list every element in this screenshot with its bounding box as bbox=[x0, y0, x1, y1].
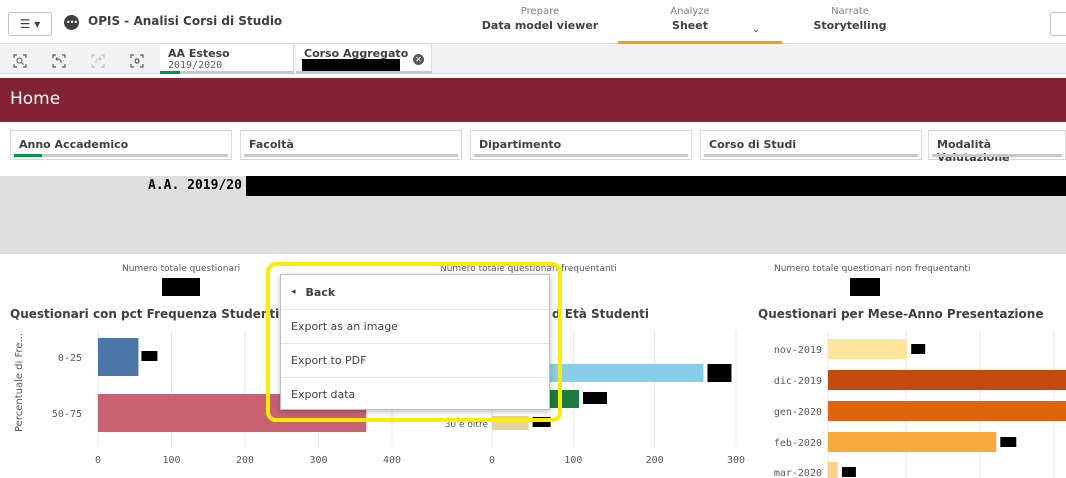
filter-track bbox=[704, 154, 918, 157]
filter-corso-di-studi[interactable]: Corso di Studi bbox=[700, 130, 922, 160]
x-tick-label: 400 bbox=[383, 455, 401, 466]
x-tick-label: 200 bbox=[646, 455, 664, 466]
bar bbox=[828, 432, 997, 452]
selection-bar-gray bbox=[296, 71, 432, 74]
redacted-data-label bbox=[911, 344, 926, 354]
app-options-icon[interactable]: ••• bbox=[64, 15, 79, 30]
x-tick-label: 300 bbox=[727, 455, 745, 466]
chart-title-frequenza: Questionari con pct Frequenza Studenti bbox=[10, 307, 280, 321]
filter-dipartimento[interactable]: Dipartimento bbox=[470, 130, 692, 160]
bar bbox=[828, 339, 908, 359]
kpi-non-attending-label: Numero totale questionari non frequentan… bbox=[774, 264, 971, 274]
app-title: OPIS - Analisi Corsi di Studio bbox=[88, 14, 283, 28]
step-forward-icon[interactable] bbox=[90, 54, 106, 68]
bar bbox=[828, 401, 1066, 421]
chart-title-mese-anno: Questionari per Mese-Anno Presentazione bbox=[758, 307, 1044, 321]
redacted-data-label bbox=[1000, 437, 1017, 447]
step-back-icon[interactable] bbox=[51, 54, 67, 68]
filter-track bbox=[14, 154, 228, 157]
y-tick-label: nov-2019 bbox=[774, 345, 822, 356]
filter-track bbox=[474, 154, 688, 157]
selection-bar-green bbox=[160, 71, 180, 74]
x-tick-label: 100 bbox=[162, 455, 180, 466]
bar bbox=[828, 462, 838, 478]
redacted-data-label bbox=[141, 351, 158, 361]
x-tick-label: 200 bbox=[236, 455, 254, 466]
tab-analyze[interactable]: Analyze Sheet bbox=[620, 6, 760, 32]
tab-prepare[interactable]: Prepare Data model viewer bbox=[470, 6, 610, 32]
selection-chip-aa-esteso[interactable]: AA Esteso 2019/2020 bbox=[160, 44, 294, 74]
filter-anno-accademico[interactable]: Anno Accademico bbox=[10, 130, 232, 160]
clear-chip-icon[interactable]: ✕ bbox=[413, 54, 424, 65]
y-tick-label: feb-2020 bbox=[774, 438, 822, 449]
selection-bar-gray bbox=[180, 71, 294, 74]
redacted-data-label bbox=[707, 364, 732, 382]
bar bbox=[98, 338, 139, 376]
redacted-data-label bbox=[841, 467, 856, 477]
y-tick-label: dic-2019 bbox=[774, 376, 822, 387]
kpi-non-attending-value bbox=[850, 278, 880, 296]
x-tick-label: 300 bbox=[309, 455, 327, 466]
filter-facolta[interactable]: Facoltà bbox=[240, 130, 462, 160]
sheet-header-band bbox=[0, 78, 1066, 122]
x-tick-label: 100 bbox=[564, 455, 582, 466]
y-tick-label: 50-75 bbox=[52, 409, 82, 420]
clear-selections-icon[interactable] bbox=[129, 54, 145, 68]
chart-title-eta: d Età Studenti bbox=[552, 307, 650, 321]
x-tick-label: 0 bbox=[489, 455, 495, 466]
highlight-annotation bbox=[266, 262, 562, 422]
smart-search-icon[interactable] bbox=[12, 54, 28, 68]
main-menu-button[interactable]: ☰ ▾ bbox=[8, 12, 52, 36]
y-tick-label: gen-2020 bbox=[774, 407, 822, 418]
filter-modalita-valutazione[interactable]: Modalità Valutazione bbox=[928, 130, 1066, 164]
menu-icon: ☰ ▾ bbox=[19, 17, 41, 31]
tab-narrate[interactable]: Narrate Storytelling bbox=[780, 6, 920, 32]
redacted-value bbox=[302, 59, 400, 71]
selection-chip-corso-aggregato[interactable]: Corso Aggregato bbox=[296, 44, 432, 74]
sheet-title: Home bbox=[10, 89, 61, 109]
bar bbox=[828, 370, 1066, 390]
chevron-down-icon[interactable]: ⌄ bbox=[752, 24, 760, 35]
top-right-button[interactable] bbox=[1050, 12, 1066, 36]
x-tick-label: 0 bbox=[95, 455, 101, 466]
redacted-banner-text bbox=[246, 176, 1066, 196]
y-tick-label: mar-2020 bbox=[774, 468, 822, 478]
filter-selected-state bbox=[14, 154, 42, 157]
filter-track bbox=[244, 154, 458, 157]
kpi-total-value bbox=[162, 278, 200, 296]
banner-text: A.A. 2019/20 - bbox=[148, 178, 258, 193]
kpi-total-label: Numero totale questionari bbox=[122, 264, 241, 274]
y-tick-label: 0-25 bbox=[58, 353, 82, 364]
redacted-data-label bbox=[583, 392, 608, 404]
filter-track bbox=[932, 154, 1062, 157]
chart-mese-anno[interactable]: nov-2019 dic-2019 gen-2020 feb-2020 mar-2020 bbox=[760, 325, 1066, 478]
